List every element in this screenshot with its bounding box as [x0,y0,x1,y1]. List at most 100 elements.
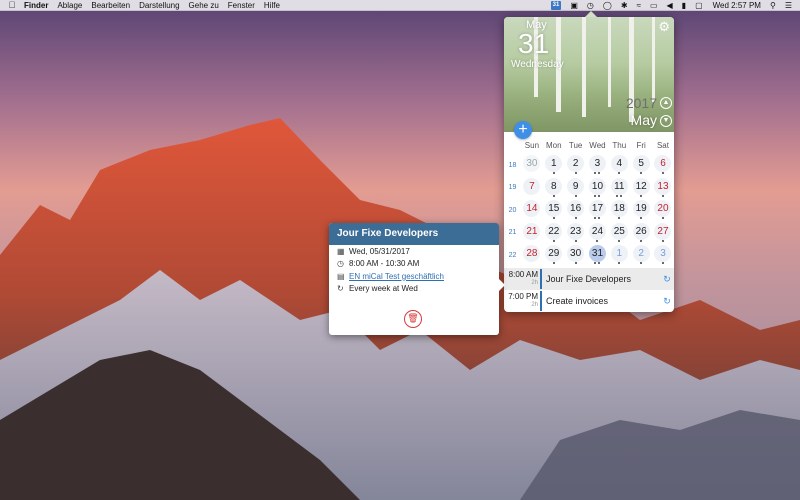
event-duration: 2h [531,302,538,308]
event-calendar-link[interactable]: EN miCal Test geschäftlich [349,272,444,281]
chevron-down-icon[interactable]: ▼ [660,115,672,127]
search-icon[interactable]: ⚲ [770,0,776,11]
day-cell[interactable]: 31 [587,244,609,266]
gear-icon[interactable]: ⚙ [658,19,670,35]
day-cell[interactable]: 25 [608,222,630,244]
day-cell[interactable]: 2 [565,154,587,176]
day-cell[interactable]: 27 [652,222,674,244]
event-dot [661,239,664,242]
event-dots [661,172,664,175]
event-dot [661,172,664,175]
day-number: 27 [654,222,672,240]
calendar-menu-icon[interactable]: 31 [550,0,562,10]
day-cell[interactable]: 19 [630,199,652,221]
day-cell[interactable]: 18 [608,199,630,221]
day-cell[interactable]: 30 [565,244,587,266]
day-number: 31 [588,245,606,263]
day-number: 14 [523,200,541,218]
month-grid: Sun Mon Tue Wed Thu Fri Sat 18 30 1 2 3 4 5 6 19 7 8 9 10 1… [504,137,674,267]
day-cell[interactable]: 3 [652,244,674,266]
day-cell[interactable]: 1 [543,154,565,176]
event-recurrence-row: ↻ Every week at Wed [329,283,499,296]
day-number: 26 [632,222,650,240]
menu-fenster[interactable]: Fenster [228,0,255,11]
day-cell[interactable]: 11 [608,177,630,199]
menu-bearbeiten[interactable]: Bearbeiten [91,0,130,11]
time-machine-icon[interactable]: ◯ [603,0,612,11]
day-cell[interactable]: 15 [543,199,565,221]
day-cell[interactable]: 5 [630,154,652,176]
menu-gehe-zu[interactable]: Gehe zu [189,0,219,11]
menu-finder[interactable]: Finder [24,0,48,11]
event-dot [574,217,577,220]
day-cell[interactable]: 9 [565,177,587,199]
volume-icon[interactable]: ◀ [667,0,673,11]
event-start-time: 7:00 PM 2h [504,292,540,310]
day-cell[interactable]: 7 [521,177,543,199]
day-cell[interactable]: 3 [587,154,609,176]
airplay-icon[interactable]: ▭ [650,0,658,11]
week-row: 22 28 29 30 31 1 2 3 [504,244,674,267]
day-cell[interactable]: 6 [652,154,674,176]
day-cell[interactable]: 10 [587,177,609,199]
event-dot [661,217,664,220]
day-cell[interactable]: 17 [587,199,609,221]
current-weekday: Wednesday [511,59,564,70]
day-cell[interactable]: 13 [652,177,674,199]
menu-darstellung[interactable]: Darstellung [139,0,179,11]
day-cell[interactable]: 8 [543,177,565,199]
menu-hilfe[interactable]: Hilfe [264,0,280,11]
day-cell[interactable]: 23 [565,222,587,244]
event-dot [598,194,601,197]
day-cell[interactable]: 30 [521,154,543,176]
display-icon[interactable]: ▣ [570,0,578,11]
event-dot [640,239,643,242]
day-cell[interactable]: 1 [608,244,630,266]
event-time-row: ◷ 8:00 AM - 10:30 AM [329,258,499,271]
event-row[interactable]: 7:00 PM 2h Create invoices ↻ [504,290,674,312]
event-dots [594,217,601,220]
event-start-time-text: 7:00 PM [508,292,538,301]
day-cell[interactable]: 21 [521,222,543,244]
day-cell[interactable]: 14 [521,199,543,221]
day-cell[interactable]: 26 [630,222,652,244]
event-dot [640,194,643,197]
event-dots [618,262,621,265]
apple-icon[interactable]:  [0,0,24,11]
notification-center-icon[interactable]: ☰ [785,0,792,11]
event-dots [594,262,601,265]
bluetooth-icon[interactable]: ✱ [621,0,628,11]
menubar-clock[interactable]: Wed 2:57 PM [713,0,761,11]
clock-icon[interactable]: ◷ [587,0,594,11]
day-cell[interactable]: 24 [587,222,609,244]
weekday-header: Wed [589,141,606,150]
event-dot [594,194,597,197]
battery-icon[interactable]: ▮ [682,0,686,11]
day-cell[interactable]: 16 [565,199,587,221]
day-number: 28 [523,245,541,263]
day-cell[interactable]: 28 [521,244,543,266]
event-detail-title: Jour Fixe Developers [329,223,499,245]
event-calendar-row: ▤ EN miCal Test geschäftlich [329,270,499,283]
day-cell[interactable]: 4 [608,154,630,176]
wifi-icon[interactable]: ≈ [637,0,641,11]
event-dots [661,262,664,265]
day-cell[interactable]: 22 [543,222,565,244]
add-event-button[interactable]: + [514,121,532,139]
event-dots [552,172,555,175]
event-row[interactable]: 8:00 AM 2h Jour Fixe Developers ↻ [504,268,674,290]
day-cell[interactable]: 29 [543,244,565,266]
event-detail-popover: Jour Fixe Developers ▦ Wed, 05/31/2017 ◷… [329,223,505,335]
day-cell[interactable]: 12 [630,177,652,199]
day-cell[interactable]: 20 [652,199,674,221]
chevron-up-icon[interactable]: ▲ [660,97,672,109]
day-cell[interactable]: 2 [630,244,652,266]
input-source-icon[interactable]: ▢ [695,0,703,11]
menu-ablage[interactable]: Ablage [57,0,82,11]
event-dots [640,262,643,265]
event-title: Jour Fixe Developers [546,274,632,284]
week-number: 18 [508,161,517,169]
delete-event-button[interactable]: 🗑 [404,310,422,328]
event-dot [620,194,623,197]
day-number: 1 [545,155,563,173]
